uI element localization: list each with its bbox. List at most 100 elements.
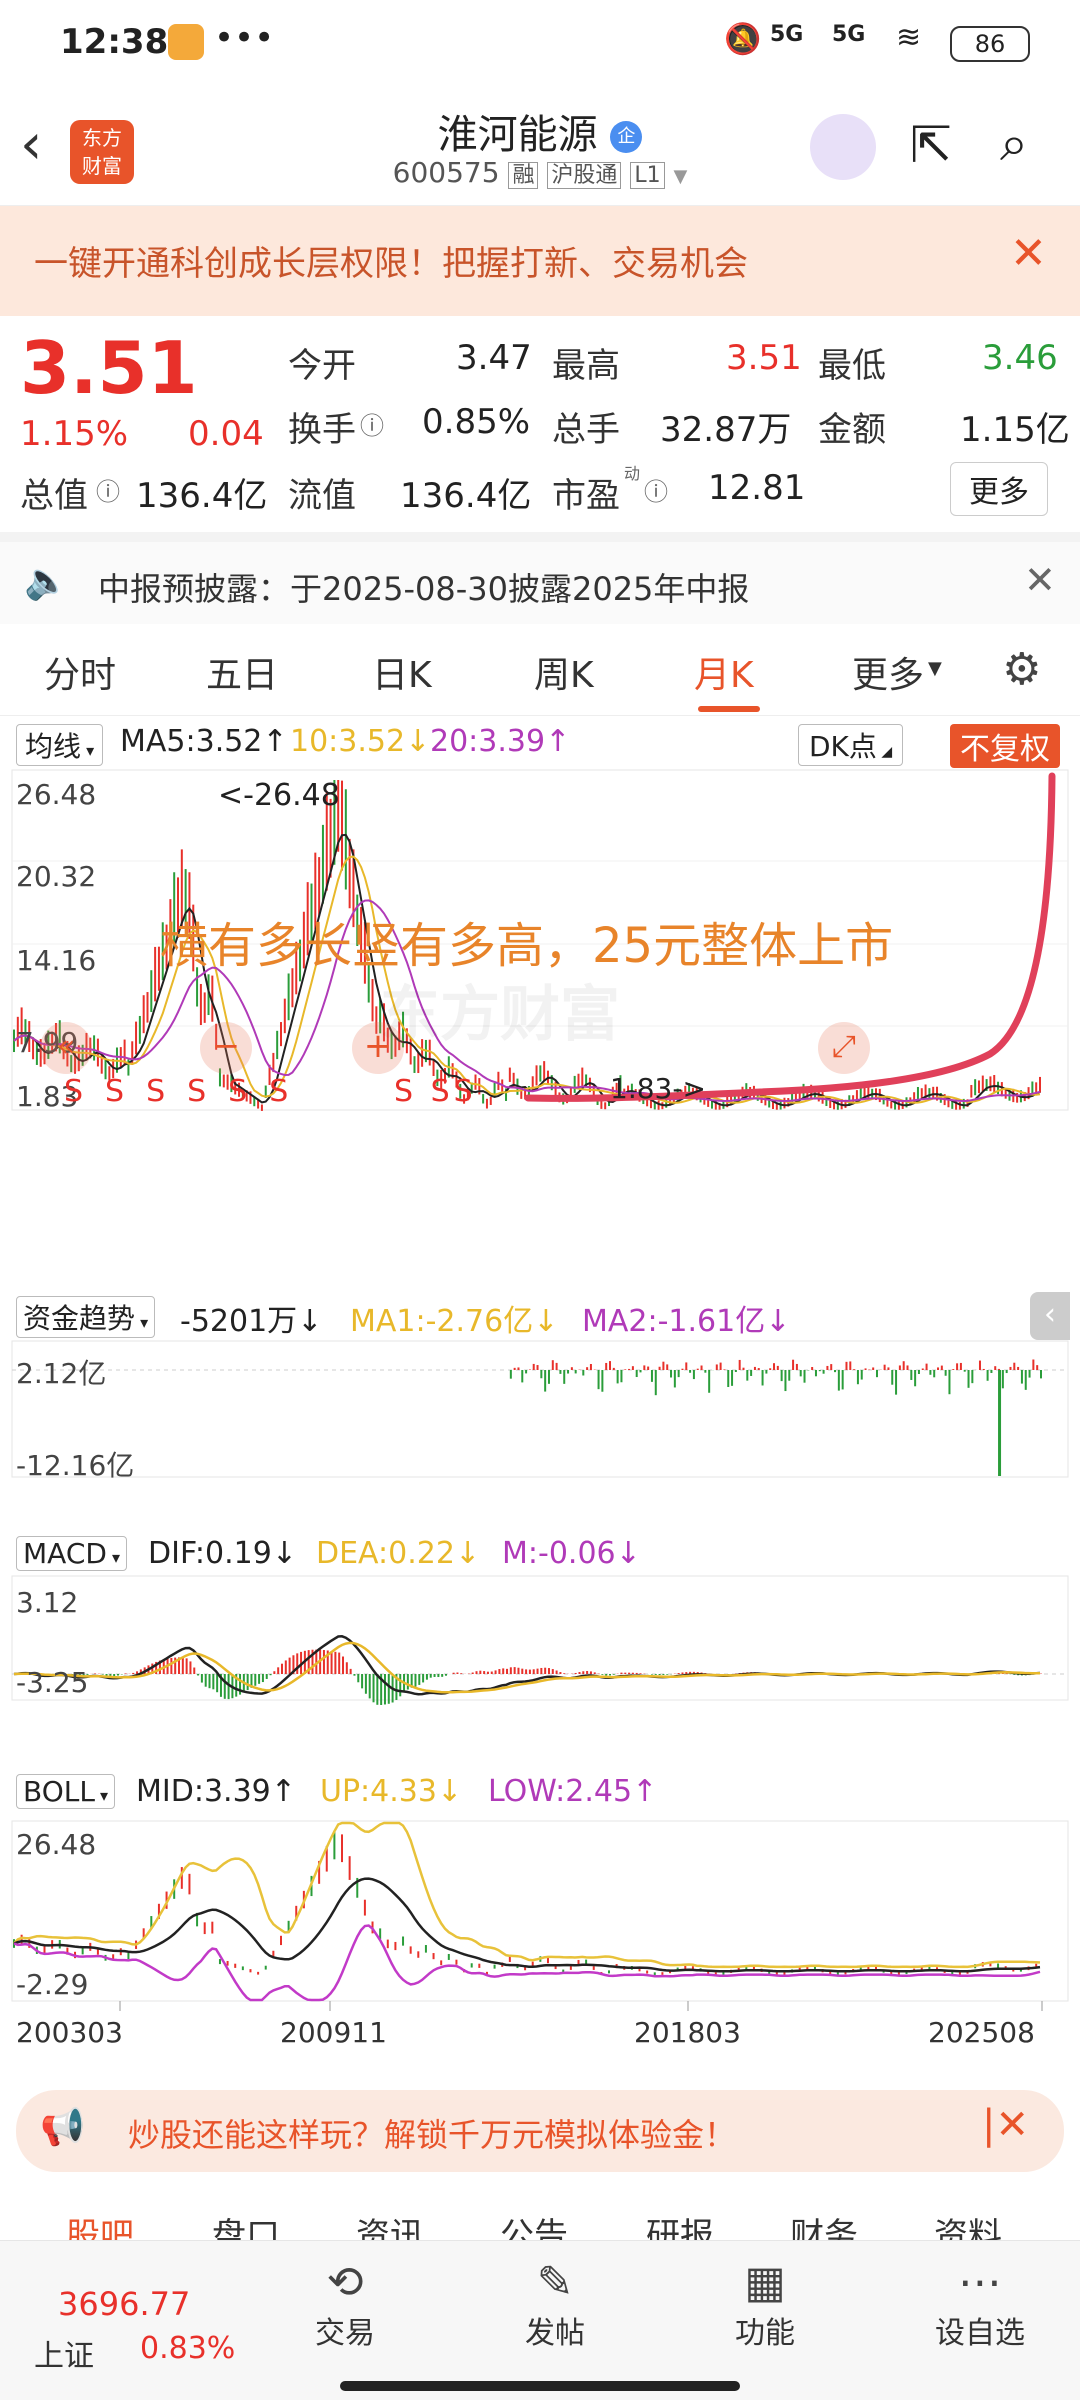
info-icon[interactable]: ⓘ <box>96 472 120 507</box>
macd-bar <box>429 1674 432 1678</box>
fund-ma2: MA2:-1.61亿↓ <box>582 1304 791 1339</box>
tab-daily-k[interactable]: 日K <box>372 646 432 698</box>
close-icon[interactable]: ✕ <box>1024 558 1056 602</box>
kline-chart-area[interactable]: 均线 ▾ MA5:3.52↑ 10:3.52↓ 20:3.39↑ DK点 ◢ 不… <box>0 716 1080 2076</box>
tab-announcements[interactable]: 公告 <box>500 2208 568 2240</box>
add-watchlist-label: 设自选 <box>935 2316 1025 2351</box>
signal2-icon: 5G <box>832 22 866 47</box>
fund-bar <box>1017 1366 1020 1370</box>
fund-bar <box>864 1368 867 1370</box>
gear-icon[interactable]: ⚙ <box>1002 644 1041 695</box>
tab-news[interactable]: 资讯 <box>356 2208 424 2240</box>
fund-select-label: 资金趋势 <box>23 1302 136 1335</box>
dropdown-icon[interactable]: ▼ <box>673 166 687 187</box>
chevron-down-icon: ▼ <box>928 658 942 679</box>
fund-bar <box>574 1370 577 1374</box>
macd-bar <box>494 1670 497 1674</box>
search-icon[interactable]: ⌕ <box>1000 114 1028 173</box>
index-name: 上证 <box>34 2339 94 2374</box>
macd-bar <box>578 1672 581 1674</box>
share-icon[interactable]: ⇱ <box>910 116 952 174</box>
boll-select[interactable]: BOLL ▾ <box>16 1774 116 1809</box>
macd-bar <box>486 1671 489 1674</box>
fund-bar <box>856 1370 859 1385</box>
macd-bar <box>532 1669 535 1674</box>
fund-y-max: 2.12亿 <box>16 1357 107 1390</box>
function-label: 功能 <box>735 2316 795 2351</box>
tab-financials[interactable]: 财务 <box>790 2208 858 2240</box>
macd-bar <box>631 1672 634 1674</box>
macd-bar <box>589 1671 592 1674</box>
tab-more[interactable]: 更多 <box>852 646 924 698</box>
close-icon[interactable]: ✕ <box>1010 228 1047 279</box>
fund-chart-frame <box>11 1340 1069 1478</box>
tab-orderbook[interactable]: 盘口 <box>212 2208 280 2240</box>
fund-bar <box>551 1360 554 1370</box>
tab-monthly-k[interactable]: 月K <box>694 646 754 698</box>
volume-label: 总手 <box>552 410 620 450</box>
fund-bar <box>795 1363 798 1370</box>
collapse-panel-icon[interactable]: ‹ <box>1030 1292 1070 1340</box>
scroll-left-icon[interactable]: « <box>40 1022 92 1074</box>
boll-low-value: LOW:2.45↑ <box>488 1774 658 1809</box>
fund-bar <box>887 1367 890 1370</box>
fund-bar <box>933 1370 936 1378</box>
megaphone-icon: 📢 <box>40 2107 85 2148</box>
trade-button[interactable]: ⟲ 交易 <box>300 2257 390 2352</box>
tab-weekly-k[interactable]: 周K <box>534 646 594 698</box>
macd-bar <box>357 1674 360 1683</box>
function-button[interactable]: ▦ 功能 <box>720 2257 810 2352</box>
fund-bar <box>727 1370 730 1388</box>
info-icon[interactable]: ⓘ <box>644 472 668 507</box>
fund-bar <box>559 1370 562 1374</box>
post-button[interactable]: ✎ 发帖 <box>510 2257 600 2352</box>
fund-bar <box>769 1368 772 1370</box>
macd-bar <box>376 1674 379 1705</box>
fund-bar <box>586 1367 589 1370</box>
macd-bar <box>601 1674 604 1675</box>
promo-banner[interactable]: 一键开通科创成长层权限！把握打新、交易机会 ✕ <box>0 206 1080 316</box>
active-tab-indicator <box>698 706 760 712</box>
macd-select[interactable]: MACD ▾ <box>16 1536 128 1571</box>
open-label: 今开 <box>288 346 356 386</box>
index-pct: 0.83% <box>140 2331 236 2366</box>
sell-markers-2: S SS <box>394 1074 477 1109</box>
x-label-4: 202508 <box>928 2016 1035 2049</box>
tab-intraday[interactable]: 分时 <box>44 646 116 698</box>
more-button[interactable]: 更多 <box>950 462 1048 516</box>
assistant-avatar[interactable] <box>810 114 876 180</box>
fund-select[interactable]: 资金趋势 ▾ <box>16 1296 156 1338</box>
fund-bar <box>959 1362 962 1370</box>
macd-bar <box>650 1674 653 1675</box>
notice-bar[interactable]: 🔈 中报预披露：于2025-08-30披露2025年中报 ✕ <box>0 532 1080 624</box>
macd-bar <box>414 1674 417 1687</box>
fund-bar <box>540 1370 543 1379</box>
tab-research[interactable]: 研报 <box>646 2208 714 2240</box>
tab-profile[interactable]: 资料 <box>934 2208 1002 2240</box>
tab-guba[interactable]: 股吧 <box>66 2208 134 2240</box>
boll-y-max: 26.48 <box>16 1828 97 1861</box>
fund-bar <box>731 1370 734 1386</box>
zoom-out-icon[interactable]: − <box>200 1022 252 1074</box>
close-icon[interactable]: |✕ <box>982 2102 1029 2148</box>
fullscreen-icon[interactable]: ⤢ <box>818 1022 870 1074</box>
info-icon[interactable]: ⓘ <box>360 406 384 441</box>
fund-bar <box>906 1365 909 1370</box>
macd-bar <box>399 1674 402 1697</box>
pe-dynamic-label: 动 <box>624 464 641 483</box>
ad-banner[interactable]: 📢 炒股还能这样玩？解锁千万元模拟体验金！ |✕ <box>16 2090 1064 2172</box>
fund-bar <box>898 1365 901 1370</box>
add-watchlist-button[interactable]: ⋯ 设自选 <box>920 2257 1040 2352</box>
zoom-in-icon[interactable]: + <box>352 1022 404 1074</box>
fund-bar <box>612 1367 615 1370</box>
fund-bar <box>570 1367 573 1370</box>
index-value[interactable]: 3696.77 <box>58 2285 190 2323</box>
macd-bar <box>258 1674 261 1684</box>
fund-bar <box>677 1370 680 1378</box>
fund-bar <box>555 1362 558 1370</box>
macd-bar <box>181 1657 184 1674</box>
fund-bar <box>830 1364 833 1370</box>
annotation-text: 横有多长竖有多高，25元整体上市 <box>160 918 894 974</box>
fund-bar <box>1005 1370 1008 1374</box>
tab-five-day[interactable]: 五日 <box>206 646 278 698</box>
